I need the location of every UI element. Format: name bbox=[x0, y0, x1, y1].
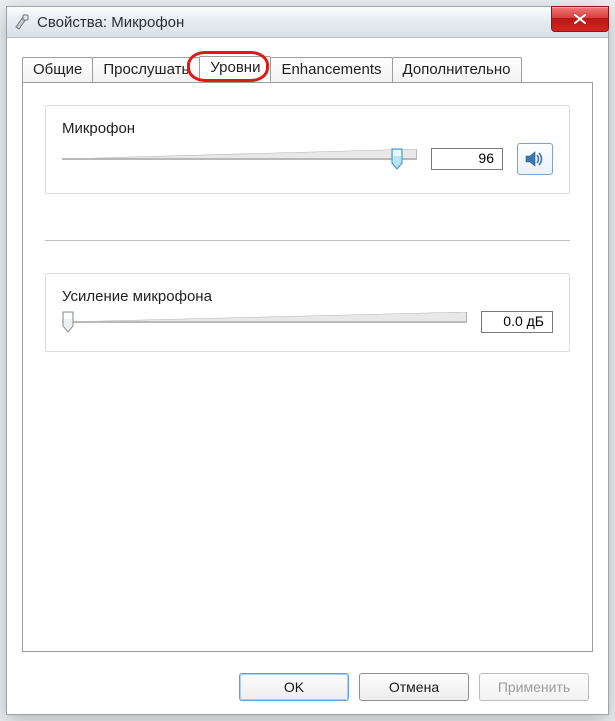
mic-level-slider[interactable] bbox=[62, 148, 417, 170]
titlebar[interactable]: Свойства: Микрофон bbox=[7, 7, 608, 38]
tab-general[interactable]: Общие bbox=[22, 57, 93, 83]
ok-button[interactable]: OK bbox=[239, 673, 349, 701]
separator bbox=[45, 240, 570, 241]
client-area: Общие Прослушать Уровни Enhancements Доп… bbox=[8, 38, 607, 713]
mic-level-value[interactable]: 96 bbox=[431, 148, 503, 170]
mic-level-label: Микрофон bbox=[62, 120, 553, 137]
tab-listen[interactable]: Прослушать bbox=[92, 57, 200, 83]
mic-level-group: Микрофон bbox=[45, 105, 570, 194]
mic-boost-label: Усиление микрофона bbox=[62, 288, 553, 305]
microphone-icon bbox=[13, 13, 31, 31]
cancel-button[interactable]: Отмена bbox=[359, 673, 469, 701]
mic-boost-group: Усиление микрофона bbox=[45, 273, 570, 352]
mic-mute-button[interactable] bbox=[517, 143, 553, 175]
apply-button: Применить bbox=[479, 673, 589, 701]
tab-enhancements[interactable]: Enhancements bbox=[270, 57, 392, 83]
tab-strip: Общие Прослушать Уровни Enhancements Доп… bbox=[22, 56, 593, 82]
speaker-icon bbox=[525, 150, 545, 168]
mic-level-thumb[interactable] bbox=[391, 148, 403, 170]
mic-boost-thumb[interactable] bbox=[62, 311, 74, 333]
close-icon bbox=[573, 13, 587, 25]
tab-levels[interactable]: Уровни bbox=[199, 56, 271, 82]
window-title: Свойства: Микрофон bbox=[37, 14, 184, 31]
tab-page-levels: Микрофон bbox=[22, 82, 593, 652]
mic-boost-value[interactable]: 0.0 дБ bbox=[481, 311, 553, 333]
tab-advanced[interactable]: Дополнительно bbox=[392, 57, 522, 83]
mic-boost-slider[interactable] bbox=[62, 311, 467, 333]
dialog-buttons: OK Отмена Применить bbox=[239, 673, 589, 701]
close-button[interactable] bbox=[551, 6, 609, 32]
